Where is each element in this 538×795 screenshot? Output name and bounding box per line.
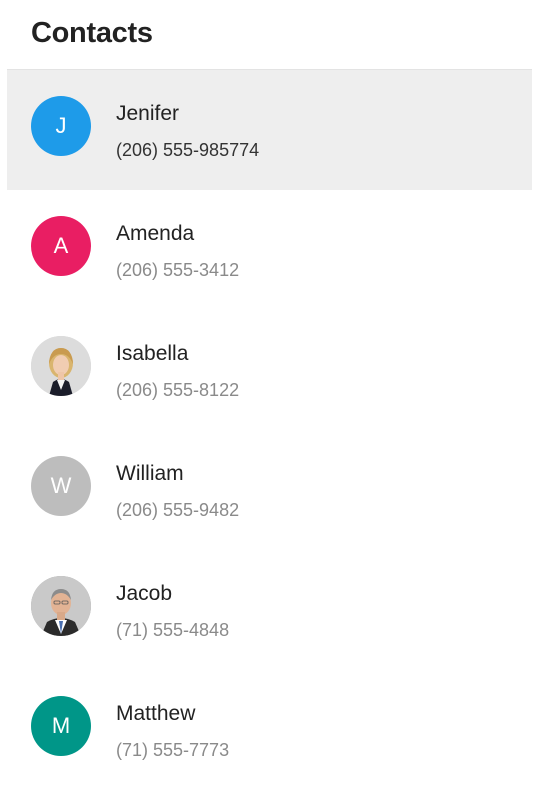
contact-phone: (206) 555-8122 [116,380,240,400]
contact-item[interactable]: Isabella (206) 555-8122 [7,310,532,430]
avatar-initial: M [51,713,71,738]
avatar-initial: A [53,233,69,258]
contact-phone: (71) 555-7773 [116,740,230,760]
avatar-initial: W [50,473,72,498]
contact-item[interactable]: Jacob (71) 555-4848 [7,550,532,670]
contact-name: Matthew [116,702,196,725]
contact-phone: (206) 555-985774 [116,140,260,160]
contact-name: Jacob [116,582,173,605]
contact-item[interactable]: J Jenifer (206) 555-985774 [7,70,532,190]
man-photo-icon [31,576,91,636]
avatar [31,336,91,396]
contact-name: William [116,462,184,485]
contact-phone: (71) 555-4848 [116,620,230,640]
avatar-initial: J [55,113,67,138]
contact-item[interactable]: M Matthew (71) 555-7773 [7,670,532,790]
avatar [31,576,91,636]
contact-phone: (206) 555-3412 [116,260,240,280]
contacts-list: J Jenifer (206) 555-985774 A Amenda (206… [7,69,532,790]
contact-item[interactable]: A Amenda (206) 555-3412 [7,190,532,310]
avatar: A [31,216,91,276]
page-title: Contacts [31,17,153,49]
contact-name: Isabella [116,342,189,365]
avatar: M [31,696,91,756]
contact-name: Jenifer [116,102,180,125]
woman-photo-icon [31,336,91,396]
contact-item[interactable]: W William (206) 555-9482 [7,430,532,550]
avatar: W [31,456,91,516]
contact-name: Amenda [116,222,195,245]
avatar: J [31,96,91,156]
contact-phone: (206) 555-9482 [116,500,240,520]
